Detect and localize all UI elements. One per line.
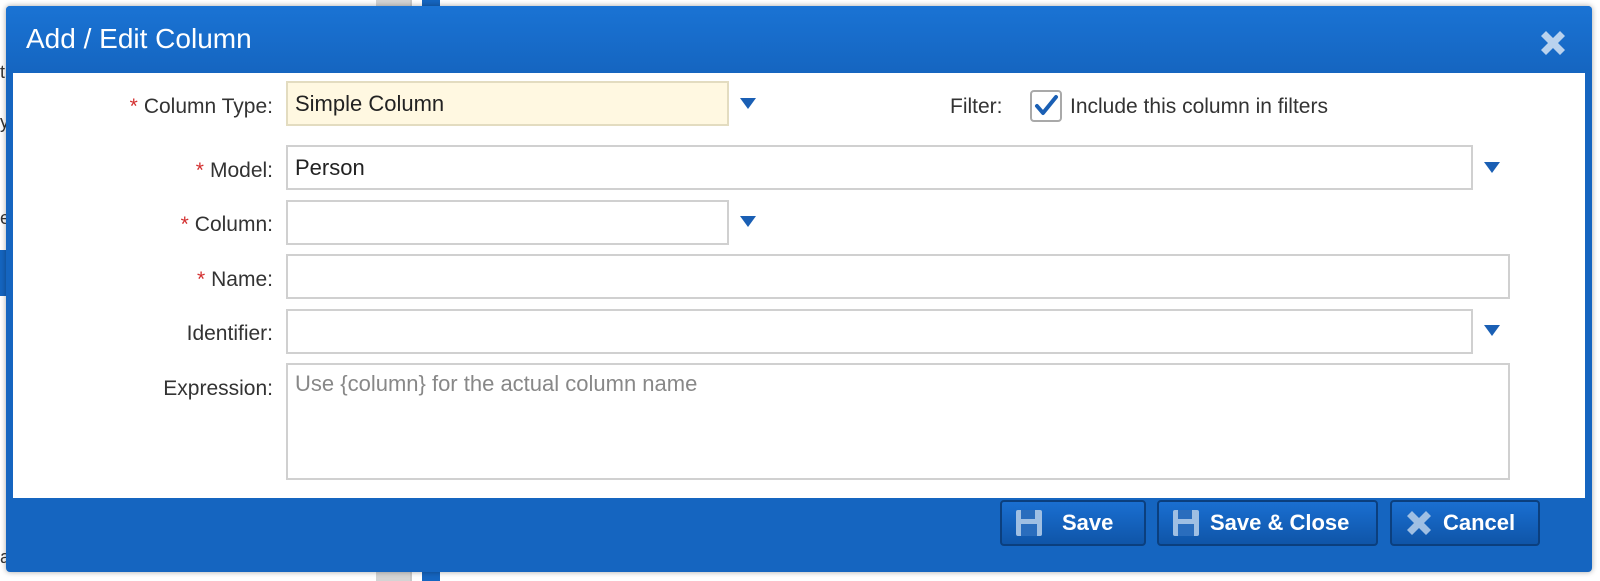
floppy-disk-icon — [1173, 510, 1199, 536]
close-x-icon — [1407, 511, 1431, 535]
save-button[interactable]: Save — [1000, 500, 1146, 546]
expression-label: Expression: — [163, 377, 273, 400]
identifier-select[interactable] — [286, 309, 1473, 354]
add-edit-column-dialog: Add / Edit Column * Column Type: Simple C… — [6, 6, 1592, 572]
model-dropdown-icon[interactable] — [1484, 162, 1500, 173]
background-text-fragment: t — [0, 62, 6, 82]
close-icon[interactable] — [1536, 26, 1570, 60]
model-select[interactable]: Person — [286, 145, 1473, 190]
model-value: Person — [295, 155, 365, 180]
floppy-disk-icon — [1016, 510, 1042, 536]
dialog-body: * Column Type: Simple Column Filter: Incl… — [13, 73, 1585, 498]
name-label: * Name: — [196, 268, 273, 291]
expression-textarea[interactable]: Use {column} for the actual column name — [286, 363, 1510, 480]
cancel-button[interactable]: Cancel — [1390, 500, 1540, 546]
filter-label: Filter: — [950, 95, 1003, 118]
filter-checkbox-label[interactable]: Include this column in filters — [1070, 95, 1328, 119]
model-label: * Model: — [195, 159, 273, 182]
column-type-select[interactable]: Simple Column — [286, 81, 729, 126]
save-and-close-button[interactable]: Save & Close — [1157, 500, 1378, 546]
identifier-label: Identifier: — [186, 322, 273, 345]
expression-placeholder: Use {column} for the actual column name — [295, 371, 698, 396]
column-dropdown-icon[interactable] — [740, 216, 756, 227]
identifier-dropdown-icon[interactable] — [1484, 325, 1500, 336]
column-type-dropdown-icon[interactable] — [740, 98, 756, 109]
dialog-title: Add / Edit Column — [26, 23, 252, 54]
dialog-titlebar[interactable]: Add / Edit Column — [6, 6, 1592, 74]
column-type-value: Simple Column — [295, 91, 445, 116]
filter-checkbox[interactable] — [1030, 90, 1062, 122]
column-type-label: * Column Type: — [129, 95, 273, 118]
name-input[interactable] — [286, 254, 1510, 299]
column-select[interactable] — [286, 200, 729, 245]
column-label: * Column: — [180, 213, 273, 236]
checkmark-icon — [1035, 95, 1058, 115]
